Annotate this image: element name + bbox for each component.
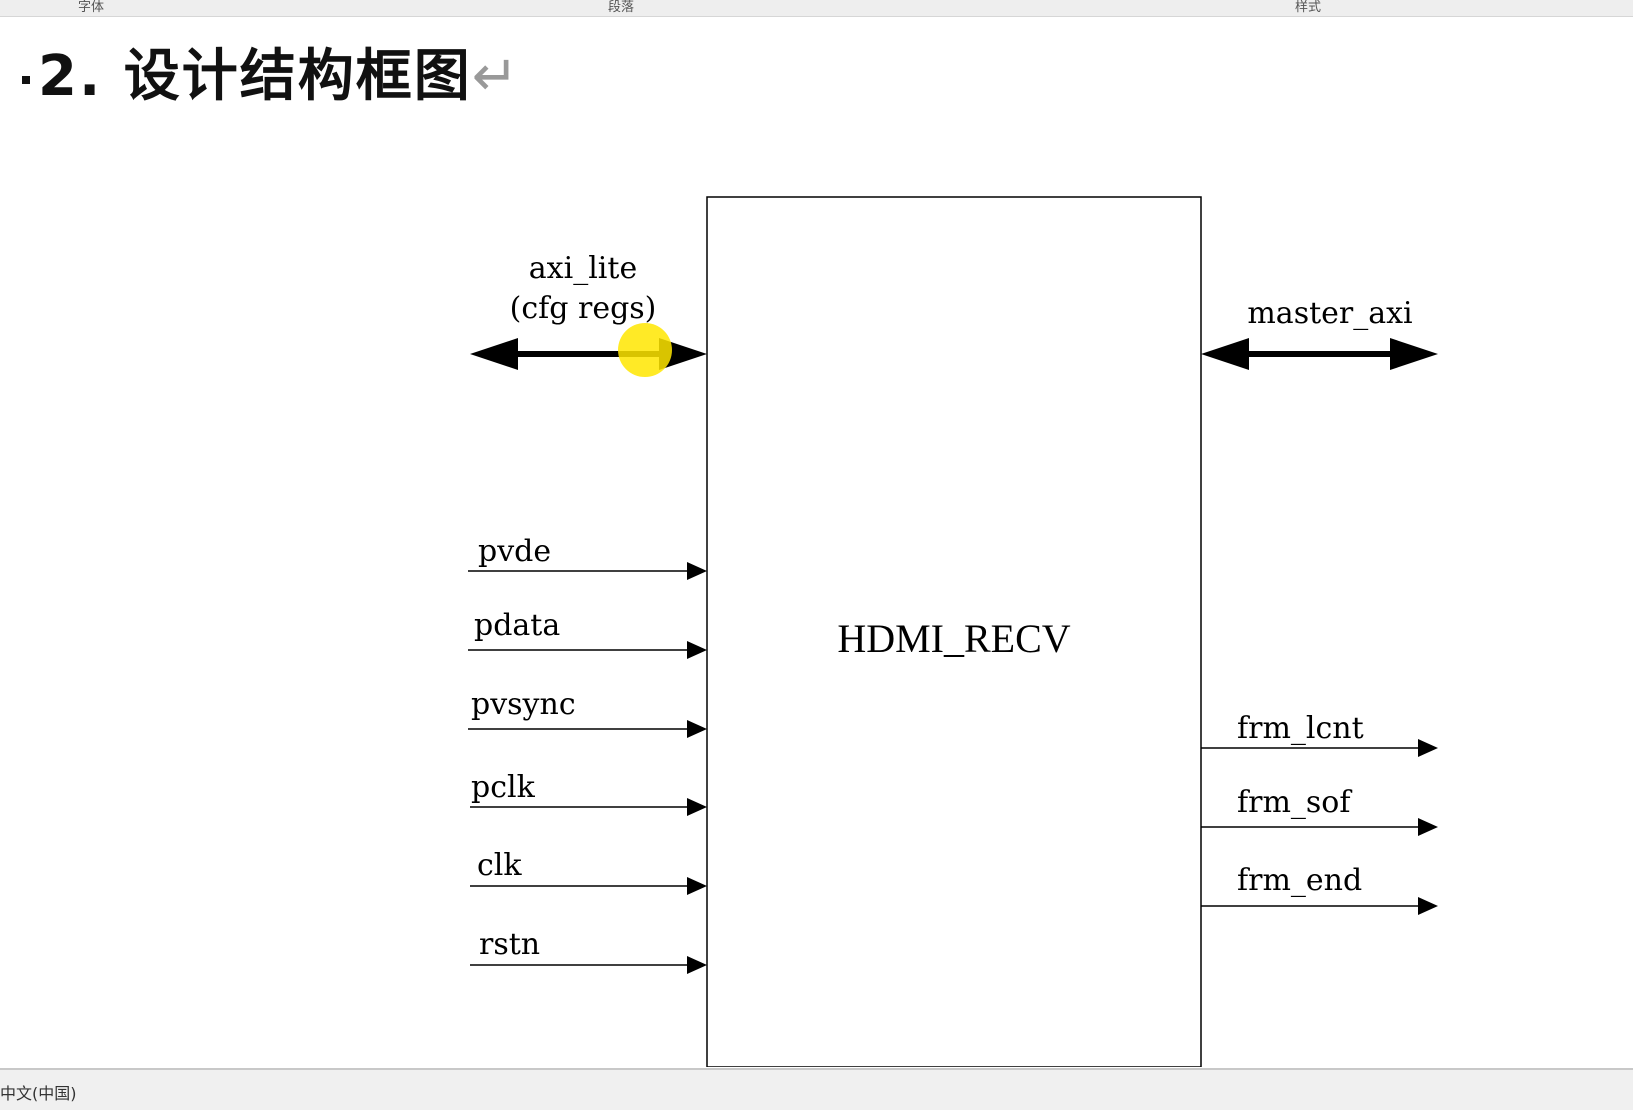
input-signal-rstn: rstn (470, 927, 707, 974)
output-signal-frm-end: frm_end (1201, 863, 1438, 915)
signal-label: frm_sof (1237, 785, 1352, 820)
axi-lite-sublabel: (cfg regs) (510, 291, 657, 326)
signal-label: pdata (474, 608, 560, 643)
master-axi-arrow (1201, 338, 1438, 370)
output-signal-frm-lcnt: frm_lcnt (1201, 711, 1438, 757)
hdmi-recv-label: HDMI_RECV (837, 616, 1070, 661)
input-signal-clk: clk (470, 848, 707, 895)
ribbon-group-labels: 字体 段落 样式 (0, 0, 1633, 17)
input-signal-pvde: pvde (468, 534, 707, 580)
ribbon-group-paragraph[interactable]: 段落 (608, 0, 634, 15)
signal-label: clk (477, 848, 522, 883)
status-language[interactable]: 中文(中国) (0, 1080, 77, 1104)
signal-label: pvde (478, 534, 551, 569)
document-page[interactable]: 2. 设计结构框图↵ HDMI_RECV axi_lite (cfg regs)… (0, 17, 1633, 1067)
signal-label: pvsync (471, 687, 576, 722)
input-signal-pvsync: pvsync (468, 687, 707, 738)
signal-label: rstn (479, 927, 540, 962)
ribbon-group-styles[interactable]: 样式 (1295, 0, 1321, 15)
input-signal-pdata: pdata (468, 608, 707, 659)
mouse-cursor-highlight (618, 323, 672, 377)
block-diagram[interactable]: HDMI_RECV axi_lite (cfg regs) master_axi… (0, 17, 1633, 1067)
status-bar: 中文(中国) (0, 1068, 1633, 1110)
input-signal-pclk: pclk (470, 770, 707, 816)
signal-label: pclk (471, 770, 536, 805)
axi-lite-label: axi_lite (529, 251, 637, 286)
ribbon-group-font[interactable]: 字体 (78, 0, 104, 15)
signal-label: frm_lcnt (1237, 711, 1364, 746)
signal-label: frm_end (1237, 863, 1362, 898)
output-signal-frm-sof: frm_sof (1201, 785, 1438, 836)
master-axi-label: master_axi (1247, 296, 1412, 331)
